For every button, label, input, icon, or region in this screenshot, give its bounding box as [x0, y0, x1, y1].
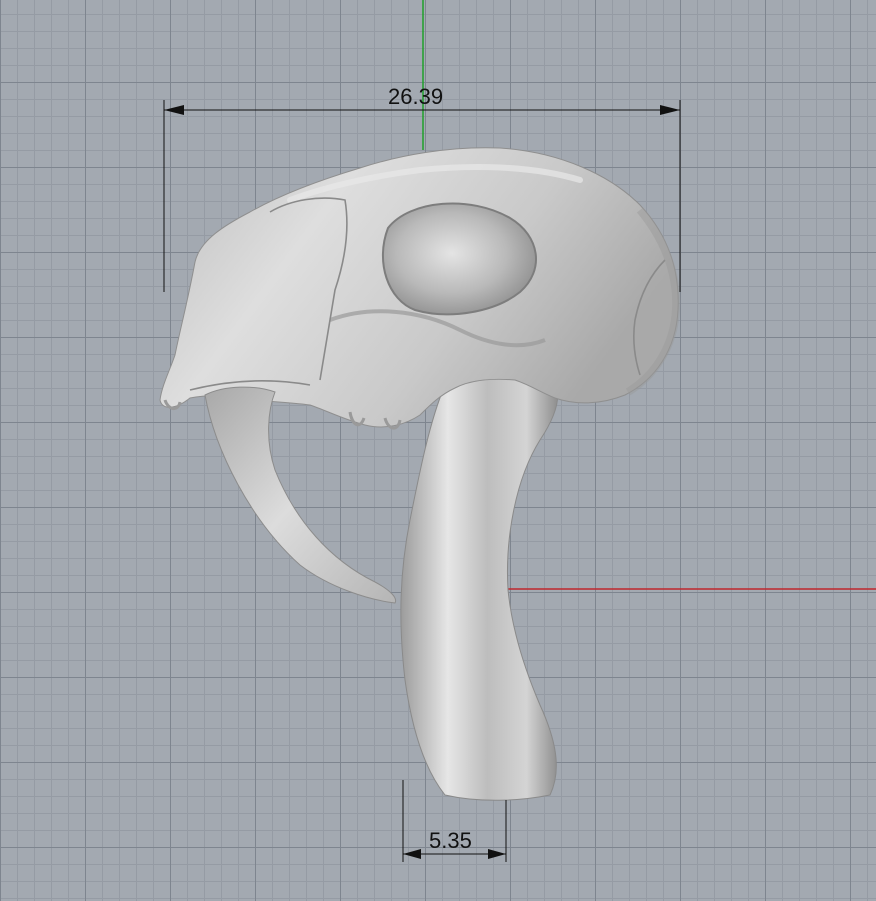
- dimension-top-value[interactable]: 26.39: [388, 84, 443, 110]
- dimension-bottom-arrow-left: [403, 849, 421, 859]
- dimension-top-arrow-left: [164, 105, 184, 115]
- dimension-top-arrow-right: [660, 105, 680, 115]
- skull-eye-socket: [381, 202, 537, 316]
- rhino-viewport[interactable]: 26.39 5.35: [0, 0, 876, 901]
- viewport-scene: [159, 0, 876, 862]
- saber-tooth-skull-pendant-model[interactable]: [159, 147, 681, 801]
- pendant-stem: [400, 362, 559, 801]
- dimension-bottom-arrow-right: [488, 849, 506, 859]
- dimension-bottom-value[interactable]: 5.35: [429, 828, 472, 854]
